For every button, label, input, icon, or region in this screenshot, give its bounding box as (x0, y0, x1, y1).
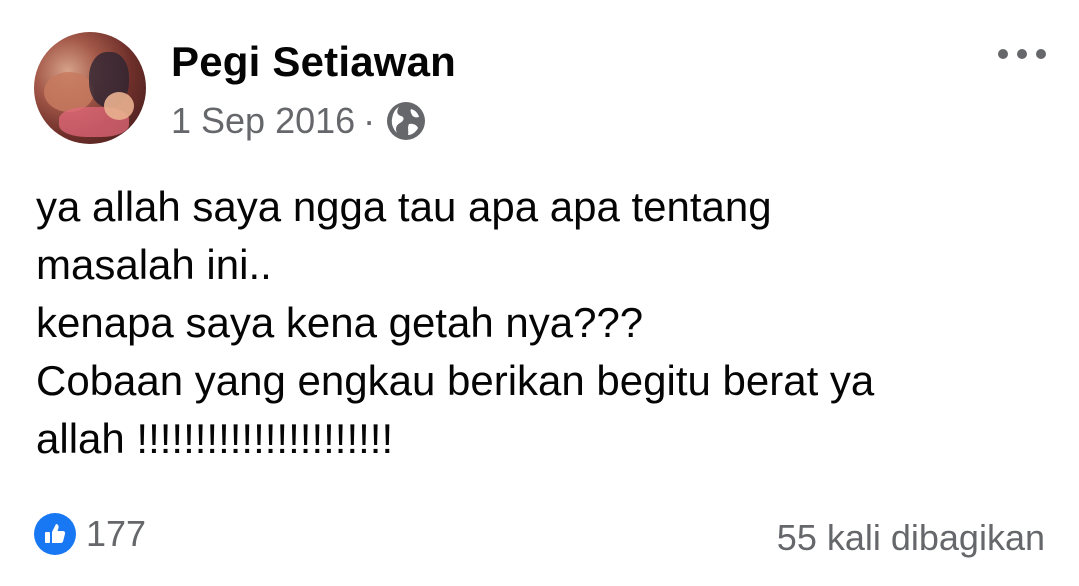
post-header: Pegi Setiawan 1 Sep 2016 · (34, 32, 1046, 147)
post-text-line: allah !!!!!!!!!!!!!!!!!!!!!! (36, 415, 394, 462)
post-text: ya allah saya ngga tau apa apa tentang m… (36, 178, 1046, 468)
post-text-line: masalah ini.. (36, 241, 272, 288)
more-options-icon[interactable] (998, 42, 1046, 66)
post-date[interactable]: 1 Sep 2016 (171, 100, 355, 142)
meta-separator: · (363, 100, 376, 141)
post-text-line: Cobaan yang engkau berikan begitu berat … (36, 357, 875, 404)
author-name[interactable]: Pegi Setiawan (171, 38, 456, 86)
post-meta: 1 Sep 2016 · (171, 100, 427, 142)
reaction-count: 177 (86, 513, 147, 554)
reaction-summary[interactable]: 177 (34, 513, 146, 555)
like-icon (34, 513, 76, 555)
globe-icon (385, 100, 427, 142)
post-footer: 177 55 kali dibagikan (34, 513, 1045, 563)
share-count[interactable]: 55 kali dibagikan (777, 517, 1045, 559)
post-text-line: kenapa saya kena getah nya??? (36, 299, 644, 346)
post-text-line: ya allah saya ngga tau apa apa tentang (36, 183, 772, 230)
avatar[interactable] (34, 32, 146, 144)
post-card: Pegi Setiawan 1 Sep 2016 · ya allah saya… (0, 0, 1079, 586)
